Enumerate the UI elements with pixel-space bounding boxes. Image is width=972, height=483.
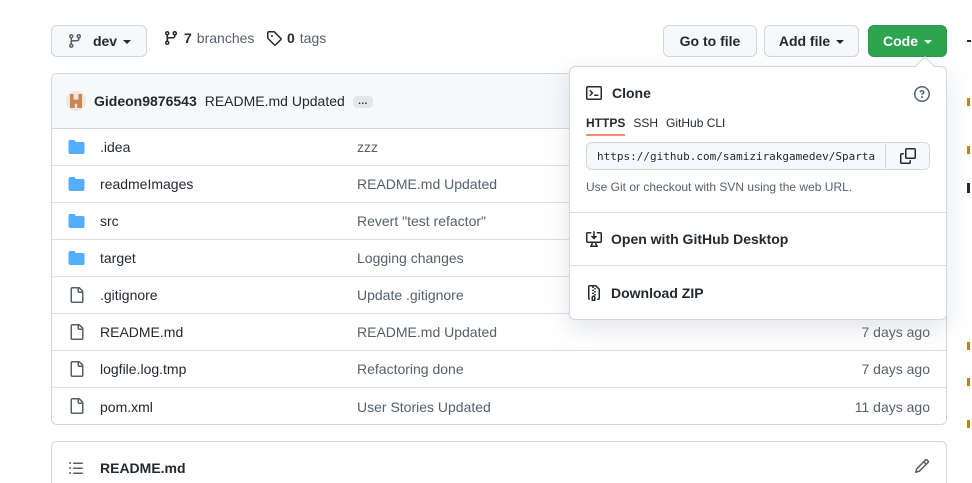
file-commit-message[interactable]: README.md Updated <box>357 176 497 192</box>
commit-expand-button[interactable]: … <box>352 96 373 108</box>
branches-count: 7 <box>184 30 192 46</box>
branch-name: dev <box>92 33 118 49</box>
branches-link[interactable]: 7 branches <box>163 30 254 46</box>
file-commit-message[interactable]: Update .gitignore <box>357 287 464 303</box>
file-name[interactable]: pom.xml <box>100 399 153 415</box>
clone-dropdown: Clone HTTPS SSH GitHub CLI Use Git or ch… <box>569 66 947 320</box>
table-row[interactable]: pom.xml User Stories Updated 11 days ago <box>52 388 946 424</box>
clipped-sidebar-fragment <box>967 146 970 154</box>
open-desktop-label: Open with GitHub Desktop <box>611 231 789 247</box>
file-commit-message[interactable]: zzz <box>357 139 378 155</box>
add-file-label: Add file <box>778 33 831 49</box>
folder-icon <box>68 140 85 154</box>
avatar[interactable] <box>66 91 86 111</box>
file-commit-message[interactable]: Logging changes <box>357 250 464 266</box>
tab-ssh[interactable]: SSH <box>633 116 658 136</box>
file-name[interactable]: .idea <box>100 139 130 155</box>
file-name[interactable]: logfile.log.tmp <box>100 361 186 377</box>
tags-link[interactable]: 0 tags <box>266 30 326 46</box>
branches-label: branches <box>196 30 255 46</box>
clone-header: Clone <box>586 85 651 101</box>
clone-tabs: HTTPS SSH GitHub CLI <box>586 116 725 136</box>
tags-label: tags <box>299 30 327 46</box>
pencil-icon[interactable] <box>914 458 930 474</box>
code-label: Code <box>883 33 918 49</box>
file-icon <box>70 324 84 340</box>
file-commit-date: 11 days ago <box>854 398 930 415</box>
clone-url-group <box>586 142 930 170</box>
file-commit-date: 7 days ago <box>861 324 931 340</box>
file-name[interactable]: README.md <box>100 324 183 340</box>
folder-icon <box>68 251 85 265</box>
folder-icon <box>68 214 85 228</box>
file-icon <box>70 398 84 414</box>
question-icon[interactable] <box>914 86 930 102</box>
chevron-down-icon <box>924 40 932 44</box>
chevron-down-icon <box>123 40 132 44</box>
code-button[interactable]: Code <box>868 25 947 57</box>
chevron-down-icon <box>836 40 845 44</box>
file-zip-icon <box>588 285 600 301</box>
file-name[interactable]: src <box>100 213 119 229</box>
branch-select-button[interactable]: dev <box>51 25 147 57</box>
commit-author[interactable]: Gideon9876543 <box>94 93 197 109</box>
terminal-icon <box>586 86 602 100</box>
readme-title[interactable]: README.md <box>100 460 186 476</box>
clipped-sidebar-fragment <box>967 98 970 106</box>
file-name[interactable]: readmeImages <box>100 176 193 192</box>
desktop-download-icon <box>586 231 602 247</box>
download-zip-label: Download ZIP <box>611 285 704 301</box>
file-commit-date: 7 days ago <box>861 361 931 377</box>
list-icon[interactable] <box>68 460 84 476</box>
divider <box>570 265 946 266</box>
clipped-sidebar-fragment <box>967 40 971 42</box>
readme-panel: README.md <box>51 441 947 483</box>
clipped-sidebar-fragment <box>967 420 970 428</box>
add-file-button[interactable]: Add file <box>764 25 859 57</box>
file-commit-message[interactable]: Revert "test refactor" <box>357 213 486 229</box>
file-icon <box>70 287 84 303</box>
file-commit-message[interactable]: README.md Updated <box>357 324 497 340</box>
go-to-file-button[interactable]: Go to file <box>663 25 757 57</box>
file-icon <box>70 361 84 377</box>
tab-https[interactable]: HTTPS <box>586 116 626 136</box>
copy-icon <box>899 148 916 164</box>
tag-icon <box>267 31 282 46</box>
tags-count: 0 <box>287 30 295 46</box>
open-desktop-button[interactable]: Open with GitHub Desktop <box>586 231 788 247</box>
download-zip-button[interactable]: Download ZIP <box>586 285 704 301</box>
git-branch-icon <box>68 33 81 49</box>
clone-title: Clone <box>612 85 651 101</box>
clipped-sidebar-fragment <box>967 342 970 350</box>
commit-message[interactable]: README.md Updated <box>205 93 345 109</box>
file-name[interactable]: .gitignore <box>100 287 158 303</box>
table-row[interactable]: logfile.log.tmp Refactoring done 7 days ag… <box>52 351 946 388</box>
clipped-sidebar-fragment <box>967 183 970 193</box>
file-commit-message[interactable]: Refactoring done <box>357 361 464 377</box>
folder-icon <box>68 177 85 191</box>
file-name[interactable]: target <box>100 250 136 266</box>
file-commit-message[interactable]: User Stories Updated <box>357 399 491 415</box>
copy-url-button[interactable] <box>885 143 929 169</box>
tab-github-cli[interactable]: GitHub CLI <box>666 116 725 136</box>
git-branch-icon <box>165 30 177 46</box>
clone-hint: Use Git or checkout with SVN using the w… <box>586 180 853 194</box>
divider <box>570 212 946 213</box>
clone-url-input[interactable] <box>587 143 885 169</box>
clipped-sidebar-fragment <box>967 378 970 386</box>
